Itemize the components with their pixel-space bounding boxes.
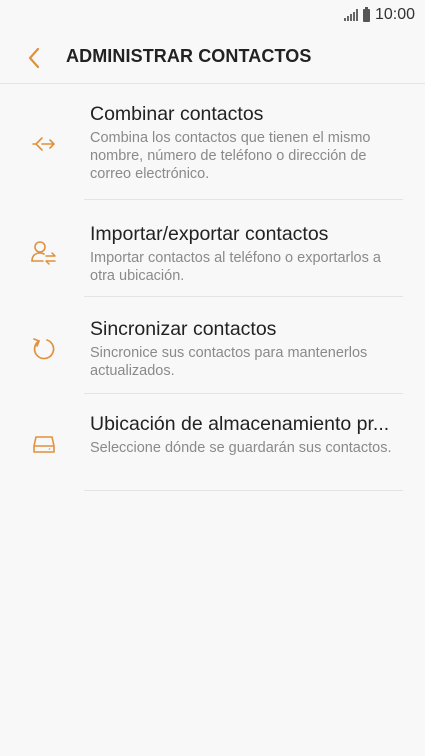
settings-list: Combinar contactos Combina los contactos…	[0, 94, 425, 491]
item-title: Combinar contactos	[90, 103, 264, 125]
back-button[interactable]	[20, 44, 48, 72]
item-title: Ubicación de almacenamiento pr...	[90, 413, 390, 435]
import-export-icon	[30, 238, 58, 266]
item-description: Combina los contactos que tienen el mism…	[90, 130, 371, 182]
battery-icon	[362, 6, 370, 22]
list-item-merge-contacts[interactable]: Combinar contactos Combina los contactos…	[0, 94, 425, 200]
item-title: Sincronizar contactos	[90, 318, 277, 340]
header: ADMINISTRAR CONTACTOS	[0, 32, 425, 84]
item-description: Sincronice sus contactos para mantenerlo…	[90, 345, 368, 379]
signal-icon	[343, 9, 358, 21]
item-text: Combinar contactos Combina los contactos…	[90, 102, 403, 183]
item-text: Sincronizar contactos Sincronice sus con…	[90, 317, 403, 380]
sync-icon	[30, 335, 58, 363]
storage-icon	[30, 430, 58, 458]
list-item-sync-contacts[interactable]: Sincronizar contactos Sincronice sus con…	[0, 297, 425, 394]
clock: 10:00	[374, 6, 415, 23]
list-item-import-export[interactable]: Importar/exportar contactos Importar con…	[0, 200, 425, 297]
status-bar: 10:00	[0, 0, 425, 32]
divider	[84, 490, 403, 491]
merge-icon	[30, 130, 58, 158]
item-description: Seleccione dónde se guardarán sus contac…	[90, 440, 392, 456]
item-text: Importar/exportar contactos Importar con…	[90, 222, 403, 285]
status-icons: 10:00	[343, 6, 415, 24]
item-text: Ubicación de almacenamiento pr... Selecc…	[90, 412, 403, 457]
item-title: Importar/exportar contactos	[90, 223, 329, 245]
list-item-storage-location[interactable]: Ubicación de almacenamiento pr... Selecc…	[0, 394, 425, 491]
chevron-left-icon	[28, 47, 40, 69]
item-description: Importar contactos al teléfono o exporta…	[90, 250, 381, 284]
page-title: ADMINISTRAR CONTACTOS	[66, 46, 312, 66]
